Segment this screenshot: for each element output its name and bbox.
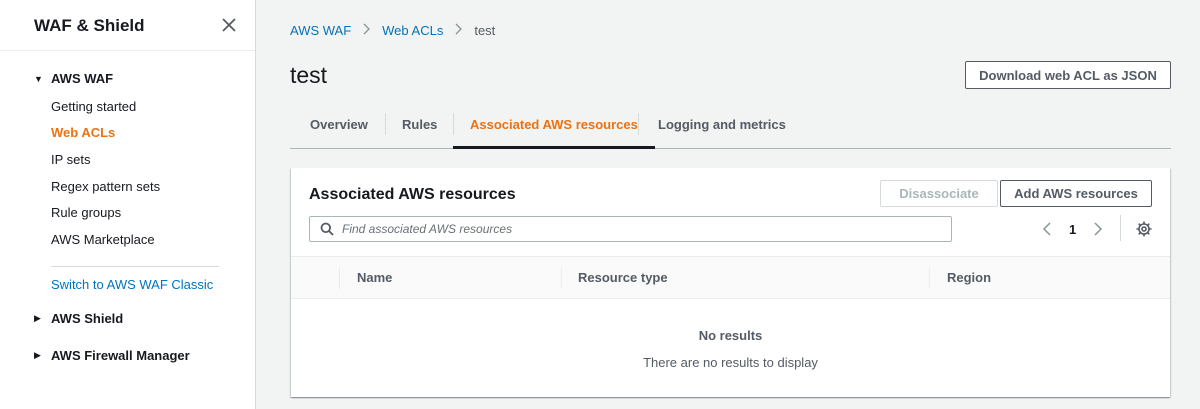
tab-overview[interactable]: Overview — [310, 100, 368, 148]
sidebar-section-aws-shield[interactable]: ▶ AWS Shield — [34, 311, 123, 326]
sidebar-item-aws-marketplace[interactable]: AWS Marketplace — [51, 232, 155, 247]
empty-state-title: No results — [698, 328, 763, 343]
page-number[interactable]: 1 — [1069, 222, 1076, 237]
sidebar-section-label: AWS Firewall Manager — [51, 348, 190, 363]
download-json-button[interactable]: Download web ACL as JSON — [965, 61, 1171, 89]
sidebar-divider — [51, 266, 219, 267]
search-input[interactable] — [342, 222, 942, 236]
sidebar-section-label: AWS WAF — [51, 71, 114, 86]
pagination: 1 — [1040, 218, 1105, 240]
chevron-right-icon — [454, 23, 463, 38]
column-header-name[interactable]: Name — [357, 257, 392, 298]
add-aws-resources-button[interactable]: Add AWS resources — [1000, 180, 1152, 207]
sidebar-item-rule-groups[interactable]: Rule groups — [51, 205, 121, 220]
close-icon[interactable] — [220, 16, 238, 34]
panel-title: Associated AWS resources — [309, 186, 516, 203]
sidebar-header-divider — [0, 50, 255, 51]
tab-bar: Overview Rules Associated AWS resources … — [290, 100, 1171, 149]
column-divider — [561, 267, 562, 289]
breadcrumb: AWS WAF Web ACLs test — [290, 23, 495, 38]
pagination-divider — [1120, 215, 1121, 241]
column-header-region[interactable]: Region — [947, 257, 991, 298]
disassociate-button[interactable]: Disassociate — [880, 180, 998, 207]
sidebar-section-aws-firewall-manager[interactable]: ▶ AWS Firewall Manager — [34, 348, 190, 363]
tab-divider — [638, 113, 639, 135]
page-title: test — [290, 62, 328, 88]
column-header-resource-type[interactable]: Resource type — [578, 257, 668, 298]
sidebar-title: WAF & Shield — [34, 16, 145, 35]
switch-to-waf-classic-link[interactable]: Switch to AWS WAF Classic — [51, 277, 213, 292]
side-navigation: WAF & Shield ▼ AWS WAF Getting started W… — [0, 0, 256, 409]
associated-resources-panel: Associated AWS resources Disassociate Ad… — [291, 168, 1170, 397]
caret-down-icon: ▼ — [34, 73, 43, 84]
sidebar-item-ip-sets[interactable]: IP sets — [51, 152, 91, 167]
tab-rules[interactable]: Rules — [402, 100, 437, 148]
chevron-right-icon[interactable] — [1091, 221, 1105, 237]
breadcrumb-web-acls[interactable]: Web ACLs — [382, 23, 443, 38]
breadcrumb-aws-waf[interactable]: AWS WAF — [290, 23, 351, 38]
sidebar-item-web-acls[interactable]: Web ACLs — [51, 125, 115, 140]
sidebar-item-getting-started[interactable]: Getting started — [51, 99, 136, 114]
gear-icon[interactable] — [1136, 221, 1152, 237]
search-icon — [320, 222, 334, 236]
table-header: Name Resource type Region — [291, 256, 1170, 299]
tab-associated-aws-resources[interactable]: Associated AWS resources — [453, 100, 655, 149]
sidebar-item-regex-pattern-sets[interactable]: Regex pattern sets — [51, 179, 160, 194]
chevron-right-icon — [362, 23, 371, 38]
empty-state-message: There are no results to display — [643, 355, 818, 370]
tab-divider — [385, 113, 386, 135]
column-divider — [929, 267, 930, 289]
sidebar-section-aws-waf[interactable]: ▼ AWS WAF — [34, 71, 113, 86]
sidebar-section-label: AWS Shield — [51, 311, 124, 326]
tab-logging-and-metrics[interactable]: Logging and metrics — [658, 100, 786, 148]
breadcrumb-current: test — [474, 23, 496, 38]
column-divider — [339, 267, 340, 289]
chevron-left-icon[interactable] — [1040, 221, 1054, 237]
app-root: WAF & Shield ▼ AWS WAF Getting started W… — [0, 0, 1200, 409]
search-field[interactable] — [309, 216, 952, 242]
caret-right-icon: ▶ — [34, 350, 41, 360]
caret-right-icon: ▶ — [34, 313, 41, 323]
